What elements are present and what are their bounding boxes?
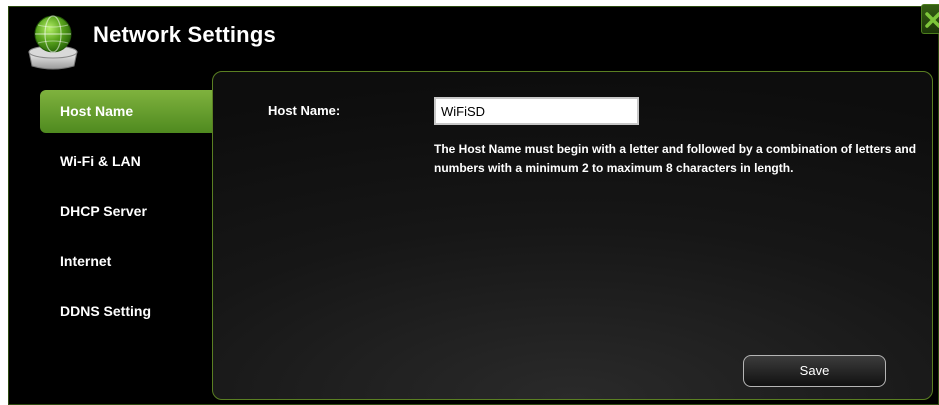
sidebar-item-ddns-setting[interactable]: DDNS Setting bbox=[40, 290, 215, 333]
host-name-help-text: The Host Name must begin with a letter a… bbox=[434, 142, 917, 175]
host-name-input[interactable] bbox=[434, 97, 639, 125]
host-name-label: Host Name: bbox=[268, 103, 341, 118]
sidebar-item-internet[interactable]: Internet bbox=[40, 240, 215, 283]
close-icon bbox=[925, 12, 939, 28]
save-button[interactable]: Save bbox=[743, 355, 886, 387]
sidebar-item-dhcp-server[interactable]: DHCP Server bbox=[40, 190, 215, 233]
page-title: Network Settings bbox=[93, 22, 276, 47]
sidebar-item-host-name[interactable]: Host Name bbox=[40, 90, 215, 133]
sidebar-item-wifi-lan[interactable]: Wi-Fi & LAN bbox=[40, 140, 215, 183]
sidebar-nav: Host Name Wi-Fi & LAN DHCP Server Intern… bbox=[40, 90, 215, 340]
network-globe-icon bbox=[28, 15, 78, 70]
close-button[interactable] bbox=[921, 4, 939, 34]
